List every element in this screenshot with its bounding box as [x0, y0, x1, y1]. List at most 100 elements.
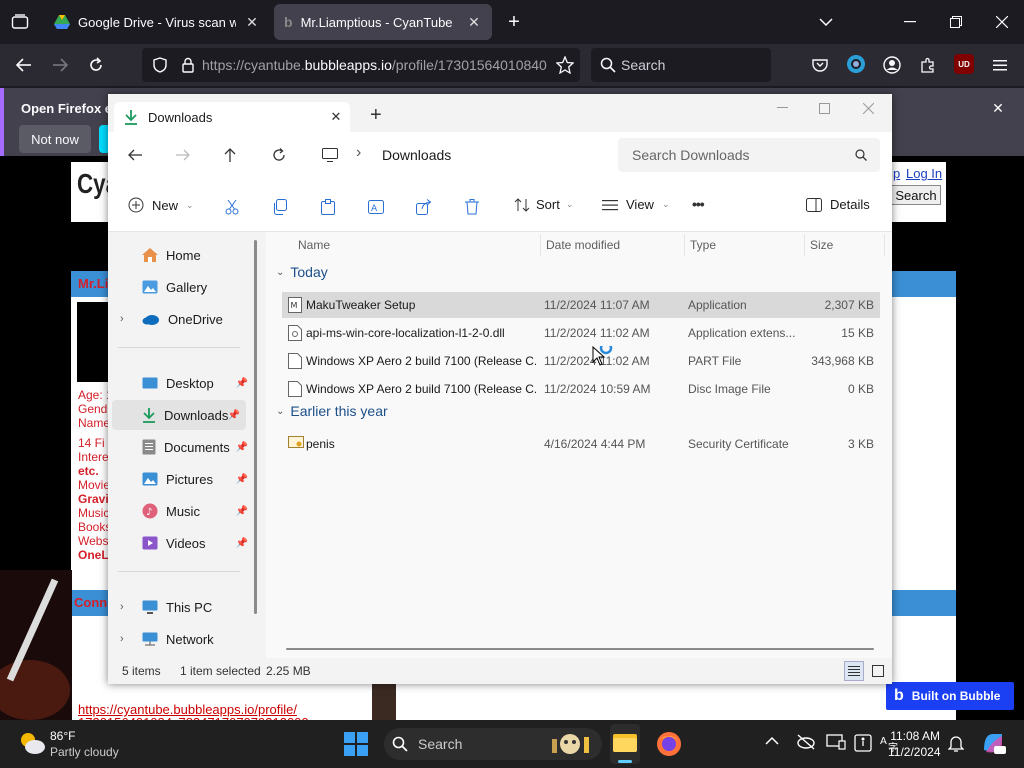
delete-icon[interactable] [462, 197, 482, 217]
windows-start-icon[interactable] [344, 732, 368, 756]
close-tab-icon[interactable]: ✕ [244, 14, 260, 31]
close-window-icon[interactable] [992, 12, 1012, 32]
close-notification-icon[interactable]: ✕ [988, 98, 1008, 118]
file-row[interactable]: Windows XP Aero 2 build 7100 (Release C.… [282, 348, 880, 374]
bookmark-star-icon[interactable] [555, 55, 575, 75]
column-header-name[interactable]: Name [298, 238, 330, 252]
nav-item-videos[interactable]: Videos 📌 [108, 528, 254, 558]
file-row[interactable]: api-ms-win-core-localization-l1-2-0.dll … [282, 320, 880, 346]
not-now-button[interactable]: Not now [19, 125, 91, 153]
shield-icon[interactable] [150, 55, 170, 75]
file-row[interactable]: penis 4/16/2024 4:44 PM Security Certifi… [282, 431, 880, 457]
web-search-field[interactable]: Search [591, 48, 771, 82]
show-hidden-icons-chevron-icon[interactable] [765, 736, 779, 746]
details-view-toggle[interactable] [844, 661, 864, 681]
more-options-icon[interactable]: ••• [692, 196, 705, 212]
monitor-icon[interactable] [320, 146, 340, 164]
column-header-type[interactable]: Type [690, 238, 716, 252]
nav-item-home[interactable]: Home [108, 240, 254, 270]
new-tab-button[interactable]: + [504, 11, 524, 33]
nav-item-documents[interactable]: Documents 📌 [108, 432, 254, 462]
tab-google-drive[interactable]: Google Drive - Virus scan warning ✕ [44, 4, 270, 40]
signup-link-fragment[interactable]: p [893, 166, 900, 181]
rename-icon[interactable]: A [366, 197, 386, 217]
login-link[interactable]: Log In [906, 166, 942, 181]
new-button[interactable]: New ⌄ [128, 197, 194, 213]
hamburger-menu-icon[interactable] [990, 55, 1010, 75]
network-offline-icon[interactable] [796, 734, 816, 750]
column-header-date[interactable]: Date modified [546, 238, 620, 252]
nav-item-pictures[interactable]: Pictures 📌 [108, 464, 254, 494]
view-button[interactable]: View ⌄ [602, 197, 670, 212]
forward-icon[interactable] [50, 55, 70, 75]
nav-item-network[interactable]: › Network [108, 624, 254, 654]
details-pane-button[interactable]: Details [806, 197, 870, 212]
built-on-bubble-badge[interactable]: b Built on Bubble [886, 682, 1014, 710]
tab-cyantube[interactable]: b Mr.Liamptious - CyanTube ✕ [274, 4, 492, 40]
back-icon[interactable] [14, 55, 34, 75]
display-icon[interactable] [826, 734, 846, 750]
nav-item-this-pc[interactable]: › This PC [108, 592, 254, 622]
refresh-icon[interactable] [270, 146, 288, 164]
nav-item-onedrive[interactable]: › OneDrive [108, 304, 254, 334]
file-explorer-taskbar-button[interactable] [610, 724, 640, 764]
accessibility-icon[interactable] [854, 734, 872, 752]
search-downloads-field[interactable]: Search Downloads [618, 138, 880, 172]
weather-temp[interactable]: 86°F [50, 729, 75, 743]
account-icon[interactable] [882, 55, 902, 75]
maximize-icon[interactable] [814, 98, 834, 118]
group-header-earlier[interactable]: ⌄ Earlier this year [276, 403, 388, 419]
extension-globe-icon[interactable] [846, 54, 866, 74]
share-icon[interactable] [414, 197, 434, 217]
reload-icon[interactable] [86, 55, 106, 75]
close-tab-icon[interactable]: ✕ [466, 14, 482, 31]
nav-item-gallery[interactable]: Gallery [108, 272, 254, 302]
close-window-icon[interactable] [858, 98, 878, 118]
ublock-icon[interactable]: UD [954, 54, 974, 74]
explorer-tab-downloads[interactable]: Downloads ✕ [114, 102, 350, 132]
file-row[interactable]: M MakuTweaker Setup 11/2/2024 11:07 AM A… [282, 292, 880, 318]
column-divider[interactable] [804, 234, 805, 256]
group-header-today[interactable]: ⌄ Today [276, 264, 328, 280]
page-search-button[interactable]: Search [891, 185, 941, 205]
tab-list-icon[interactable] [8, 12, 32, 32]
file-row[interactable]: Windows XP Aero 2 build 7100 (Release C.… [282, 376, 880, 402]
cut-icon[interactable] [222, 197, 242, 217]
clock-time[interactable]: 11:08 AM [888, 729, 940, 743]
column-header-size[interactable]: Size [810, 238, 833, 252]
chevron-right-icon[interactable]: › [120, 601, 124, 613]
pocket-icon[interactable] [810, 55, 830, 75]
firefox-icon[interactable] [656, 731, 682, 757]
nav-item-desktop[interactable]: Desktop 📌 [108, 368, 254, 398]
url-bar[interactable]: https://cyantube. bubbleapps.io/profile/1… [142, 48, 580, 82]
column-divider[interactable] [540, 234, 541, 256]
weather-condition[interactable]: Partly cloudy [50, 745, 119, 759]
breadcrumb-downloads[interactable]: Downloads [382, 147, 451, 163]
notification-bell-icon[interactable] [948, 734, 964, 752]
minimize-icon[interactable] [772, 98, 792, 118]
lock-icon[interactable] [178, 55, 198, 75]
copilot-icon[interactable] [980, 730, 1006, 756]
sort-button[interactable]: Sort ⌄ [514, 197, 573, 212]
copy-icon[interactable] [270, 197, 290, 217]
chevron-right-icon[interactable]: › [120, 633, 124, 645]
up-arrow-icon[interactable] [221, 146, 239, 164]
weather-icon[interactable] [18, 730, 46, 756]
nav-item-music[interactable]: ♪ Music 📌 [108, 496, 254, 526]
horizontal-scrollbar[interactable] [286, 648, 874, 650]
sidebar-scrollbar[interactable] [254, 240, 257, 614]
minimize-icon[interactable] [900, 12, 920, 32]
clock-date[interactable]: 11/2/2024 [888, 745, 941, 759]
chevron-right-icon[interactable]: › [120, 313, 124, 325]
extensions-puzzle-icon[interactable] [918, 55, 938, 75]
close-tab-icon[interactable]: ✕ [322, 109, 350, 125]
tiles-view-toggle[interactable] [868, 661, 888, 681]
new-tab-button[interactable]: + [370, 104, 382, 127]
chevron-down-icon[interactable] [816, 12, 836, 32]
forward-icon[interactable] [174, 146, 192, 164]
column-divider[interactable] [684, 234, 685, 256]
paste-icon[interactable] [318, 197, 338, 217]
nav-item-downloads[interactable]: Downloads 📌 [112, 400, 246, 430]
back-icon[interactable] [126, 146, 144, 164]
restore-icon[interactable] [946, 12, 966, 32]
